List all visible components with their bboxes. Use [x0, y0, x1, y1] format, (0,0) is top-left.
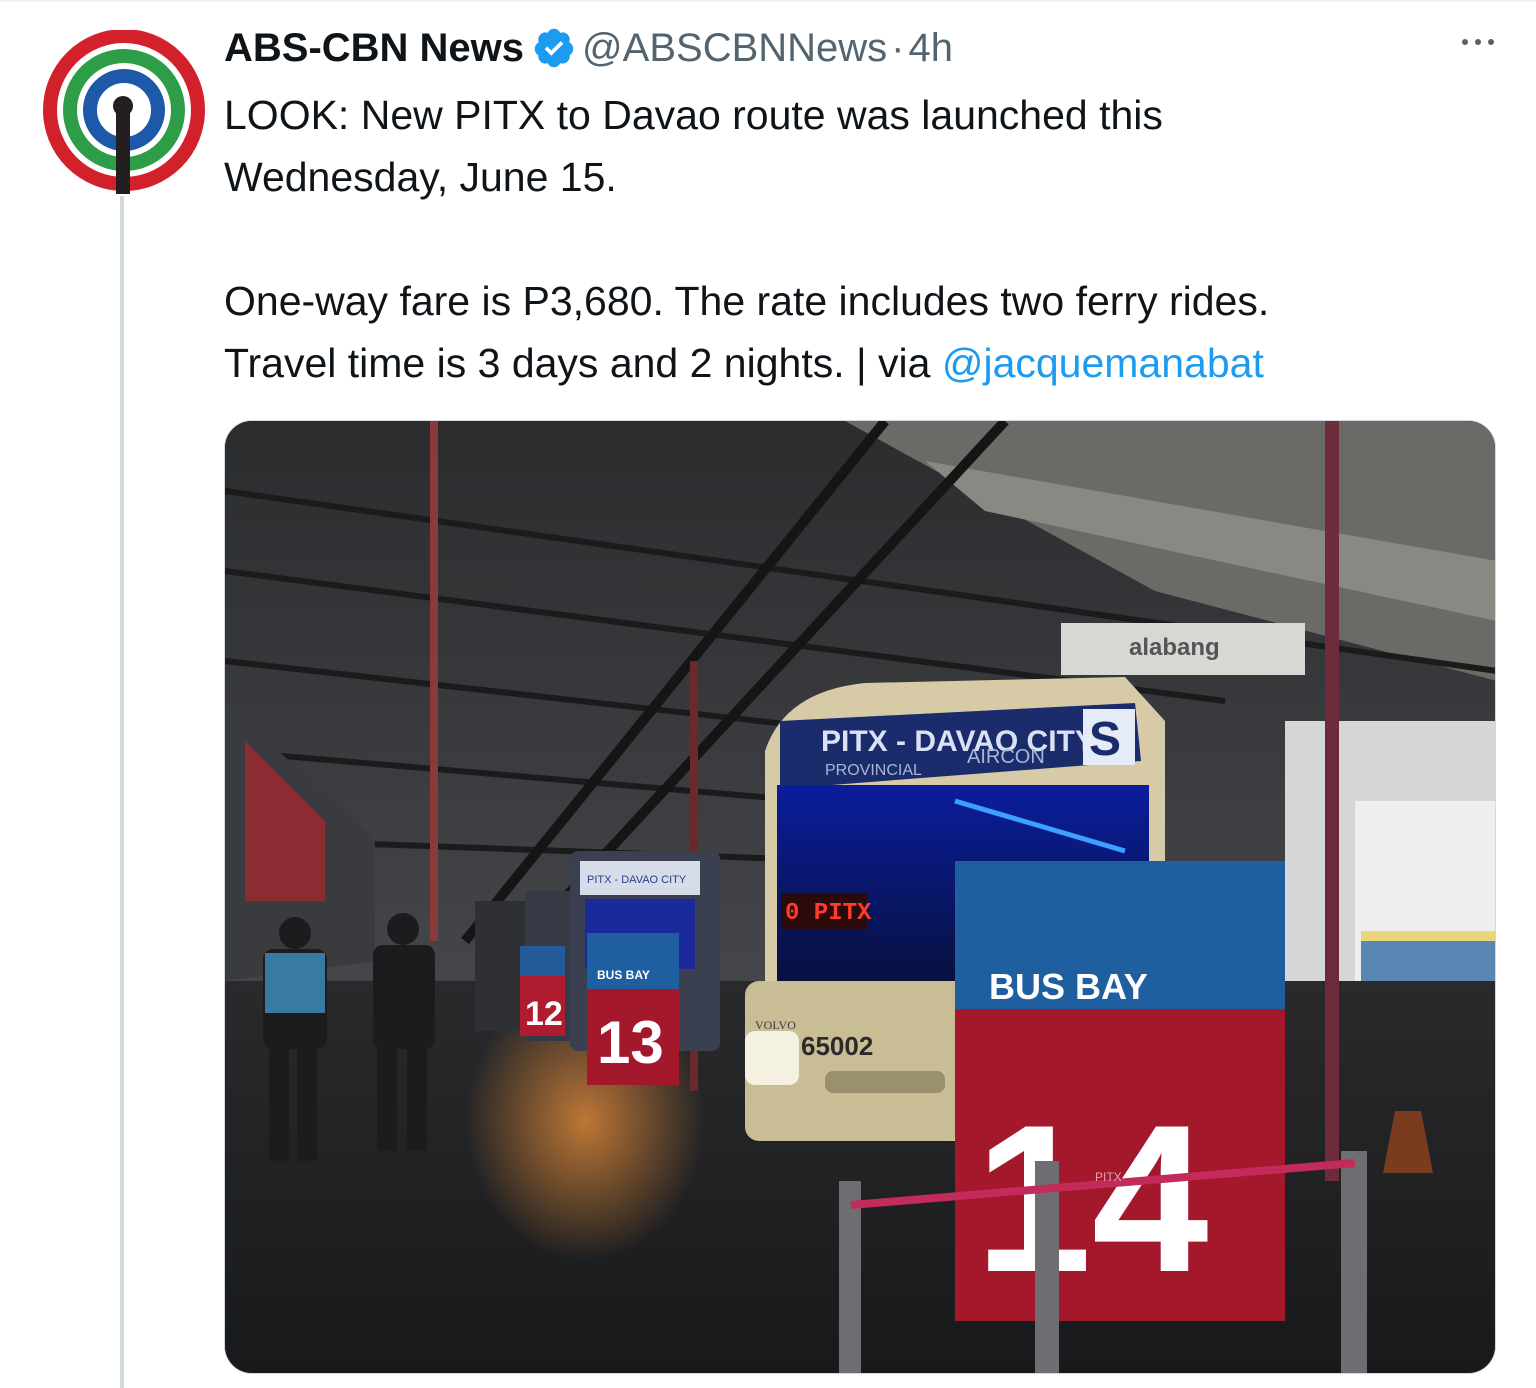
bus-banner-right: AIRCON [967, 746, 1045, 768]
text-paragraph-1: LOOK: New PITX to Davao route was launch… [224, 84, 1474, 208]
text-line-3: One-way fare is P3,680. The rate include… [224, 278, 1270, 324]
bay12-number: 12 [525, 995, 563, 1033]
user-handle[interactable]: @ABSCBNNews [582, 26, 887, 71]
text-line-4: Travel time is 3 days and 2 nights. | vi… [224, 340, 942, 386]
mention-link[interactable]: @jacquemanabat [942, 340, 1264, 386]
tweet-text: LOOK: New PITX to Davao route was launch… [224, 84, 1474, 394]
separator-dot: · [891, 25, 905, 70]
bay-label: BUS BAY [989, 966, 1148, 1007]
timestamp[interactable]: 4h [909, 26, 954, 71]
bus-number: 65002 [801, 1031, 873, 1061]
tweet-photo[interactable]: PITX - DAVAO CITY 12 BUS BAY 13 PITX - D… [224, 420, 1496, 1374]
thread-line [120, 196, 124, 1388]
bus-brand: VOLVO [755, 1018, 796, 1032]
tweet-header: ABS-CBN News @ABSCBNNews · 4h [224, 22, 953, 74]
text-line-2: Wednesday, June 15. [224, 154, 617, 200]
more-options-icon[interactable] [1458, 30, 1498, 54]
far-bus-banner: PITX - DAVAO CITY [587, 874, 687, 886]
tweet-card[interactable]: ABS-CBN News @ABSCBNNews · 4h LOOK: New … [0, 0, 1536, 1388]
display-name[interactable]: ABS-CBN News [224, 26, 524, 71]
text-paragraph-2: One-way fare is P3,680. The rate include… [224, 270, 1474, 394]
bus-banner-left: PROVINCIAL [825, 762, 922, 779]
alabang-sign: alabang [1129, 634, 1220, 661]
bus-banner-letter: S [1089, 713, 1121, 766]
text-line-1: LOOK: New PITX to Davao route was launch… [224, 92, 1163, 138]
avatar[interactable] [42, 30, 206, 194]
divider [0, 0, 1536, 2]
bay13-number: 13 [597, 1009, 664, 1076]
bay13-label: BUS BAY [597, 968, 650, 982]
rope-text: PITX [1095, 1170, 1122, 1184]
led-display: 0 PITX [785, 900, 872, 927]
bus-banner-main: PITX - DAVAO CITY [821, 725, 1095, 758]
bay-number: 14 [975, 1081, 1209, 1316]
photo-illustration: PITX - DAVAO CITY 12 BUS BAY 13 PITX - D… [225, 421, 1495, 1373]
verified-badge-icon [534, 28, 574, 68]
